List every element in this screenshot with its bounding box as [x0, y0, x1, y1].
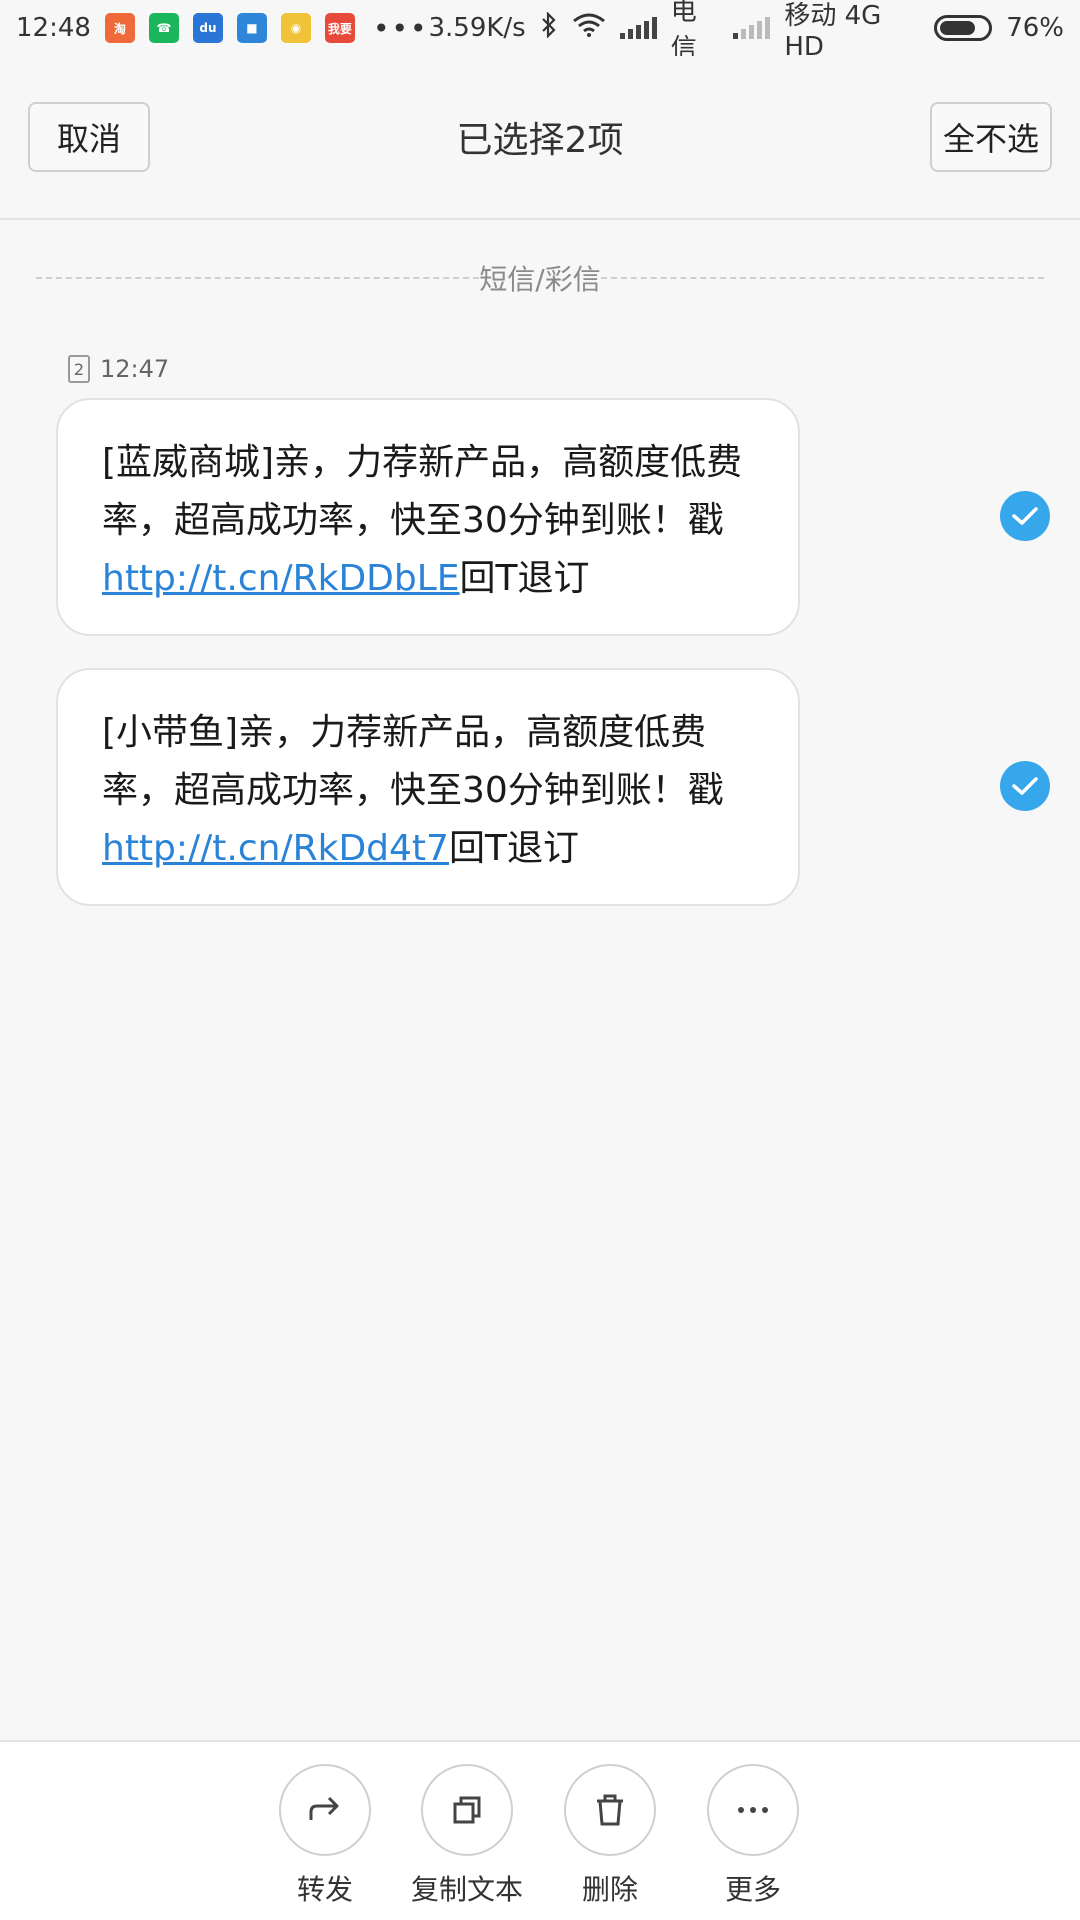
- more-button[interactable]: 更多: [678, 1764, 828, 1908]
- copy-icon[interactable]: [421, 1764, 513, 1856]
- signal-strength-icon: [619, 17, 657, 39]
- message-link[interactable]: http://t.cn/RkDDbLE: [102, 558, 460, 599]
- forward-label: 转发: [296, 1873, 353, 1906]
- taobao-icon: 淘: [104, 13, 135, 43]
- message-text: [蓝威商城]亲，力荐新产品，高额度低费率，超高成功率，快至30分钟到账！戳: [102, 442, 743, 541]
- phone-icon: ☎: [148, 13, 179, 43]
- message-text-suffix: 回T退订: [459, 558, 590, 599]
- section-label: 短信/彩信: [479, 263, 601, 296]
- selected-check-icon[interactable]: [1000, 761, 1050, 811]
- copy-text-label: 复制文本: [410, 1873, 523, 1906]
- app-note-icon: ■: [236, 13, 267, 43]
- app-red-icon: 我要: [324, 13, 355, 43]
- status-bar: 12:48 淘 ☎ du ■ ◉ 我要 ••• 3.59K/s 电信 移动 4G…: [0, 0, 1080, 64]
- divider-line-right: [600, 277, 1044, 279]
- status-time: 12:48: [16, 13, 91, 43]
- message-text: [小带鱼]亲，力荐新产品，高额度低费率，超高成功率，快至30分钟到账！戳: [102, 712, 724, 811]
- more-notifications-icon: •••: [372, 11, 429, 45]
- delete-label: 删除: [581, 1873, 638, 1906]
- action-toolbar: 转发 复制文本 删除 更多: [0, 1740, 1080, 1920]
- forward-button[interactable]: 转发: [250, 1764, 400, 1908]
- wifi-icon: [572, 13, 606, 44]
- section-divider: 短信/彩信: [36, 258, 1044, 298]
- message-bubble[interactable]: [小带鱼]亲，力荐新产品，高额度低费率，超高成功率，快至30分钟到账！戳 http…: [56, 668, 800, 906]
- trash-icon[interactable]: [564, 1764, 656, 1856]
- forward-icon[interactable]: [279, 1764, 371, 1856]
- deselect-all-button[interactable]: 全不选: [930, 102, 1052, 172]
- divider-line-left: [36, 277, 480, 279]
- signal-strength-2-icon: [733, 17, 771, 39]
- more-label: 更多: [724, 1873, 781, 1906]
- message-link[interactable]: http://t.cn/RkDd4t7: [102, 828, 449, 869]
- selected-check-icon[interactable]: [1000, 491, 1050, 541]
- delete-button[interactable]: 删除: [535, 1764, 685, 1908]
- carrier-2: 移动 4G HD: [784, 0, 882, 62]
- status-left: 12:48 淘 ☎ du ■ ◉ 我要 •••: [16, 12, 428, 45]
- battery-icon: [933, 15, 993, 41]
- selection-header: 取消 已选择2项 全不选: [0, 56, 1080, 220]
- app-blue-icon: du: [192, 13, 223, 43]
- battery-percent: 76%: [1006, 13, 1064, 43]
- message-time: 12:47: [100, 355, 170, 383]
- message-bubble[interactable]: [蓝威商城]亲，力荐新产品，高额度低费率，超高成功率，快至30分钟到账！戳 htt…: [56, 398, 800, 636]
- message-text-suffix: 回T退订: [448, 828, 579, 869]
- app-yellow-icon: ◉: [280, 13, 311, 43]
- cancel-button[interactable]: 取消: [28, 102, 150, 172]
- bluetooth-icon: [540, 10, 558, 45]
- more-dots-icon[interactable]: [707, 1764, 799, 1856]
- page-title: 已选择2项: [456, 120, 624, 161]
- sim-card-icon: 2: [68, 355, 90, 383]
- network-speed: 3.59K/s: [428, 13, 526, 43]
- message-select-screen: 12:48 淘 ☎ du ■ ◉ 我要 ••• 3.59K/s 电信 移动 4G…: [0, 0, 1080, 1920]
- message-meta: 2 12:47: [68, 352, 169, 386]
- copy-text-button[interactable]: 复制文本: [392, 1764, 542, 1908]
